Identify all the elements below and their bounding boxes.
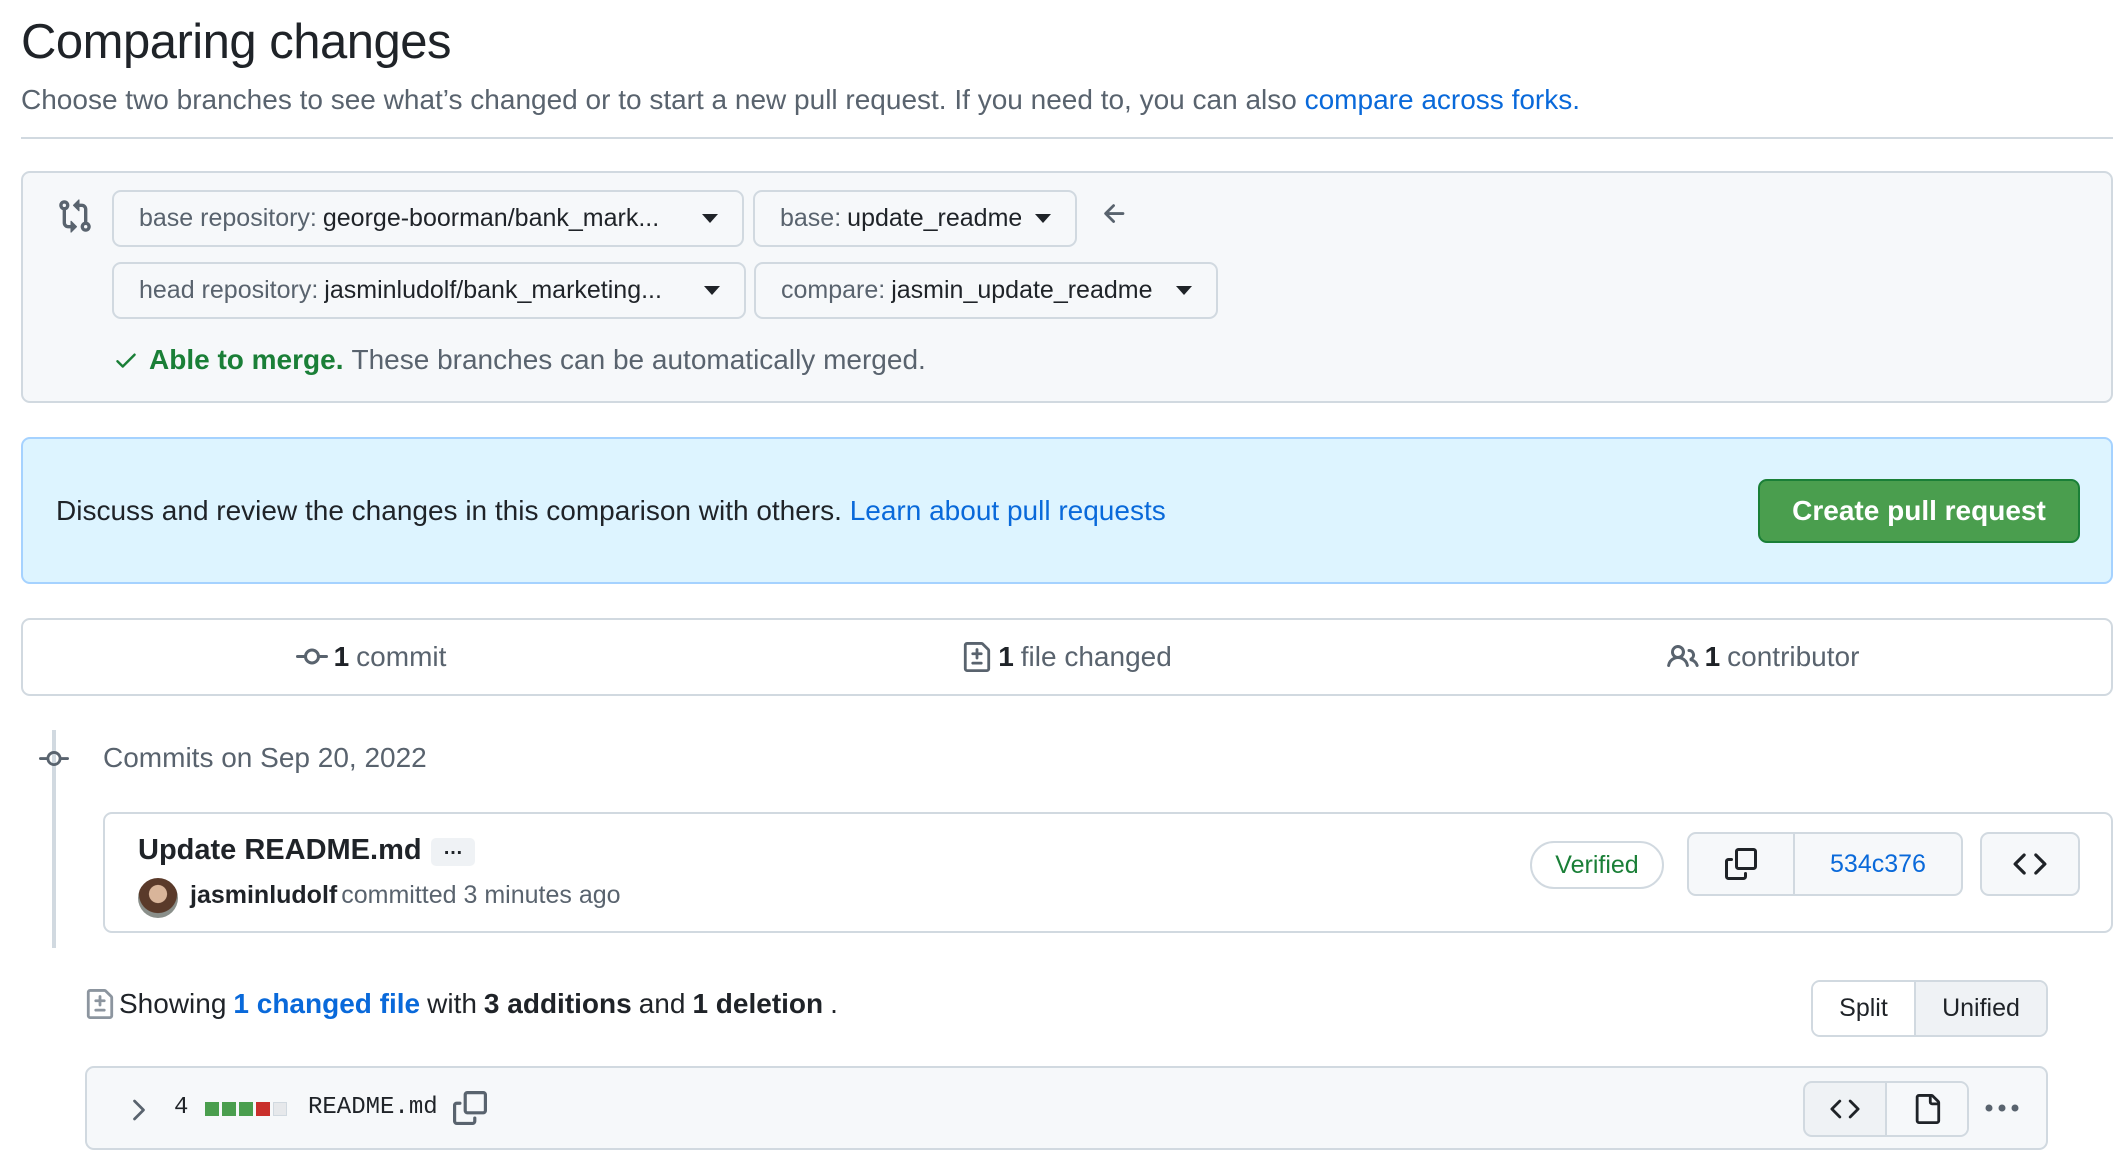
diffstat xyxy=(205,1102,287,1116)
merge-status-text: These branches can be automatically merg… xyxy=(351,344,926,375)
expand-commit-message-button[interactable]: … xyxy=(431,838,475,866)
page-subtitle: Choose two branches to see what’s change… xyxy=(21,84,1580,116)
diffstat-block-added xyxy=(239,1102,253,1116)
code-icon xyxy=(2013,853,2047,875)
file-icon xyxy=(1915,1094,1941,1124)
compare-branch-select[interactable]: compare: jasmin_update_readme xyxy=(754,262,1218,319)
page-title: Comparing changes xyxy=(21,15,452,69)
flash-message: Discuss and review the changes in this c… xyxy=(56,495,1166,527)
stat-commits[interactable]: 1 commit xyxy=(23,620,719,694)
compare-across-forks-link[interactable]: compare across forks. xyxy=(1305,84,1580,115)
display-source-diff-button[interactable] xyxy=(1805,1083,1887,1135)
file-change-count: 4 xyxy=(174,1094,189,1121)
commit-author-link[interactable]: jasminludolf xyxy=(190,881,337,909)
commit-sha-link[interactable]: 534c376 xyxy=(1795,834,1961,894)
verified-badge[interactable]: Verified xyxy=(1530,841,1664,889)
diff-summary-with: with xyxy=(427,988,477,1019)
diff-summary: Showing 1 changed file with 3 additions … xyxy=(85,988,838,1020)
stat-contributors[interactable]: 1 contributor xyxy=(1415,620,2111,694)
base-branch-value: update_readme xyxy=(847,204,1021,232)
flash-text: Discuss and review the changes in this c… xyxy=(56,495,850,526)
people-icon xyxy=(1666,644,1699,668)
base-repository-value: george-boorman/bank_mark... xyxy=(322,204,660,232)
head-repository-label: head repository: xyxy=(139,276,319,304)
git-compare-icon xyxy=(59,199,91,233)
commits-date-heading: Commits on Sep 20, 2022 xyxy=(103,742,427,773)
check-icon xyxy=(116,353,136,368)
range-editor: base repository: george-boorman/bank_mar… xyxy=(21,171,2113,403)
divider xyxy=(21,137,2113,139)
arrow-left-icon xyxy=(1104,204,1125,223)
split-view-button[interactable]: Split xyxy=(1813,982,1916,1035)
base-repository-select[interactable]: base repository: george-boorman/bank_mar… xyxy=(112,190,744,247)
commit-meta: jasminludolf committed 3 minutes ago xyxy=(190,881,621,910)
merge-status: Able to merge. These branches can be aut… xyxy=(113,344,926,376)
stat-files-changed[interactable]: 1 file changed xyxy=(719,620,1415,694)
changed-files-link[interactable]: 1 changed file xyxy=(233,988,420,1020)
contributors-label: contributor xyxy=(1727,641,1860,672)
file-diff-icon xyxy=(86,989,114,1019)
diffstat-block-neutral xyxy=(273,1102,287,1116)
file-header: 4 README.md xyxy=(85,1066,2048,1150)
compare-branch-value: jasmin_update_readme xyxy=(891,276,1153,304)
diff-view-toggle: Split Unified xyxy=(1811,980,2048,1037)
head-repository-select[interactable]: head repository: jasminludolf/bank_marke… xyxy=(112,262,746,319)
deletions-count: 1 deletion xyxy=(692,988,824,1019)
commit-title-link[interactable]: Update README.md xyxy=(138,834,422,867)
comparison-stats: 1 commit 1 file changed 1 contributor xyxy=(21,618,2113,696)
merge-ok-label: Able to merge. xyxy=(149,344,344,375)
kebab-horizontal-icon[interactable] xyxy=(1982,1090,2022,1126)
diff-summary-suffix: . xyxy=(830,988,838,1019)
diffstat-block-added xyxy=(205,1102,219,1116)
git-commit-icon xyxy=(39,751,69,767)
files-count: 1 xyxy=(998,641,1014,672)
commits-count: 1 xyxy=(333,641,350,672)
file-name-link[interactable]: README.md xyxy=(308,1094,438,1121)
diffstat-block-added xyxy=(222,1102,236,1116)
pull-request-flash: Discuss and review the changes in this c… xyxy=(21,437,2113,584)
diff-summary-prefix: Showing xyxy=(119,988,227,1019)
create-pull-request-button[interactable]: Create pull request xyxy=(1758,479,2080,543)
additions-count: 3 additions xyxy=(483,988,632,1019)
caret-down-icon xyxy=(1035,214,1051,223)
browse-repository-button[interactable] xyxy=(1980,832,2080,896)
compare-branch-label: compare: xyxy=(781,276,886,304)
contributors-count: 1 xyxy=(1704,641,1721,672)
avatar[interactable] xyxy=(138,878,178,918)
unified-view-button[interactable]: Unified xyxy=(1916,982,2046,1035)
commit-item: Update README.md … jasminludolf committed… xyxy=(103,812,2113,933)
caret-down-icon xyxy=(1176,286,1192,295)
head-repository-value: jasminludolf/bank_marketing... xyxy=(324,276,662,304)
base-branch-label: base: xyxy=(780,204,842,232)
commit-sha-group: 534c376 xyxy=(1687,832,1963,896)
copy-icon[interactable] xyxy=(453,1090,487,1126)
learn-about-pull-requests-link[interactable]: Learn about pull requests xyxy=(850,495,1166,526)
caret-down-icon xyxy=(702,214,718,223)
code-icon xyxy=(1830,1099,1860,1119)
display-rich-diff-button[interactable] xyxy=(1887,1083,1967,1135)
git-commit-icon xyxy=(295,648,328,665)
diff-summary-and: and xyxy=(638,988,686,1019)
diffstat-block-deleted xyxy=(256,1102,270,1116)
file-view-toggle xyxy=(1803,1081,1969,1137)
files-label: file changed xyxy=(1020,641,1172,672)
commit-time: committed 3 minutes ago xyxy=(341,881,621,909)
base-branch-select[interactable]: base: update_readme xyxy=(753,190,1077,247)
copy-sha-button[interactable] xyxy=(1689,834,1795,894)
caret-down-icon xyxy=(704,286,720,295)
base-repository-label: base repository: xyxy=(139,204,317,232)
file-diff-icon xyxy=(964,642,991,672)
copy-icon xyxy=(1725,848,1757,880)
commits-label: commit xyxy=(356,641,447,672)
subtitle-text: Choose two branches to see what’s change… xyxy=(21,84,1305,115)
chevron-right-icon[interactable] xyxy=(130,1098,148,1122)
